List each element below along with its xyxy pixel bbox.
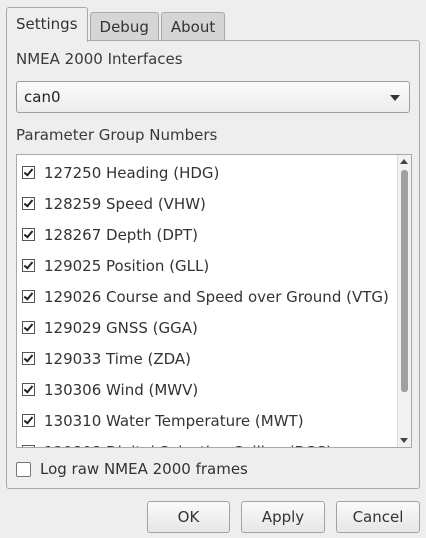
log-raw-frames-option[interactable]: Log raw NMEA 2000 frames <box>16 460 248 478</box>
pgn-checkbox[interactable] <box>22 166 35 179</box>
pgn-list-item[interactable]: 129033 Time (ZDA) <box>17 343 397 374</box>
pgn-list[interactable]: 127250 Heading (HDG) 128259 Speed (VHW) 12… <box>16 154 412 448</box>
pgn-item-label: 129808 Digital Selective Calling (DSC) <box>44 443 332 448</box>
pgn-list-item[interactable]: 129808 Digital Selective Calling (DSC) <box>17 436 397 448</box>
pgn-item-label: 129025 Position (GLL) <box>44 256 210 275</box>
pgn-list-item[interactable]: 128267 Depth (DPT) <box>17 219 397 250</box>
pgn-checkbox[interactable] <box>22 445 35 447</box>
pgn-checkbox[interactable] <box>22 290 35 303</box>
pgn-checkbox[interactable] <box>22 414 35 427</box>
tab-about[interactable]: About <box>160 12 226 41</box>
pgn-item-label: 130310 Water Temperature (MWT) <box>44 411 304 430</box>
pgn-item-label: 128267 Depth (DPT) <box>44 225 198 244</box>
settings-panel: NMEA 2000 Interfaces can0 Parameter Grou… <box>6 40 420 489</box>
pgn-list-item[interactable]: 127250 Heading (HDG) <box>17 157 397 188</box>
tab-bar: Settings Debug About <box>6 7 227 42</box>
pgn-checkbox[interactable] <box>22 228 35 241</box>
pgn-list-item[interactable]: 129026 Course and Speed over Ground (VTG… <box>17 281 397 312</box>
interface-select[interactable]: can0 <box>16 81 410 113</box>
log-raw-frames-checkbox[interactable] <box>16 461 31 477</box>
pgn-checkbox[interactable] <box>22 197 35 210</box>
log-raw-frames-label: Log raw NMEA 2000 frames <box>40 460 248 478</box>
interface-select-value: can0 <box>24 88 61 106</box>
arrow-up-icon[interactable] <box>400 159 408 164</box>
pgn-item-label: 129029 GNSS (GGA) <box>44 318 198 337</box>
tab-debug[interactable]: Debug <box>89 12 159 41</box>
pgn-item-label: 130306 Wind (MWV) <box>44 380 199 399</box>
pgn-item-label: 129033 Time (ZDA) <box>44 349 192 368</box>
interfaces-label: NMEA 2000 Interfaces <box>16 50 183 68</box>
pgn-item-label: 128259 Speed (VHW) <box>44 194 206 213</box>
pgn-label: Parameter Group Numbers <box>16 126 218 144</box>
pgn-list-item[interactable]: 129029 GNSS (GGA) <box>17 312 397 343</box>
scrollbar-thumb[interactable] <box>401 170 408 392</box>
pgn-checkbox[interactable] <box>22 259 35 272</box>
pgn-list-item[interactable]: 130310 Water Temperature (MWT) <box>17 405 397 436</box>
pgn-list-item[interactable]: 130306 Wind (MWV) <box>17 374 397 405</box>
pgn-list-item[interactable]: 129025 Position (GLL) <box>17 250 397 281</box>
pgn-item-label: 127250 Heading (HDG) <box>44 163 220 182</box>
pgn-list-items: 127250 Heading (HDG) 128259 Speed (VHW) 12… <box>17 157 397 448</box>
chevron-down-icon <box>390 95 400 101</box>
ok-button[interactable]: OK <box>147 501 230 533</box>
pgn-checkbox[interactable] <box>22 321 35 334</box>
pgn-list-scrollbar[interactable] <box>397 155 411 447</box>
pgn-list-item[interactable]: 128259 Speed (VHW) <box>17 188 397 219</box>
cancel-button[interactable]: Cancel <box>336 501 420 533</box>
arrow-down-icon[interactable] <box>400 438 408 443</box>
apply-button[interactable]: Apply <box>241 501 325 533</box>
tab-settings[interactable]: Settings <box>6 7 88 42</box>
pgn-checkbox[interactable] <box>22 352 35 365</box>
pgn-checkbox[interactable] <box>22 383 35 396</box>
pgn-item-label: 129026 Course and Speed over Ground (VTG… <box>44 287 389 306</box>
